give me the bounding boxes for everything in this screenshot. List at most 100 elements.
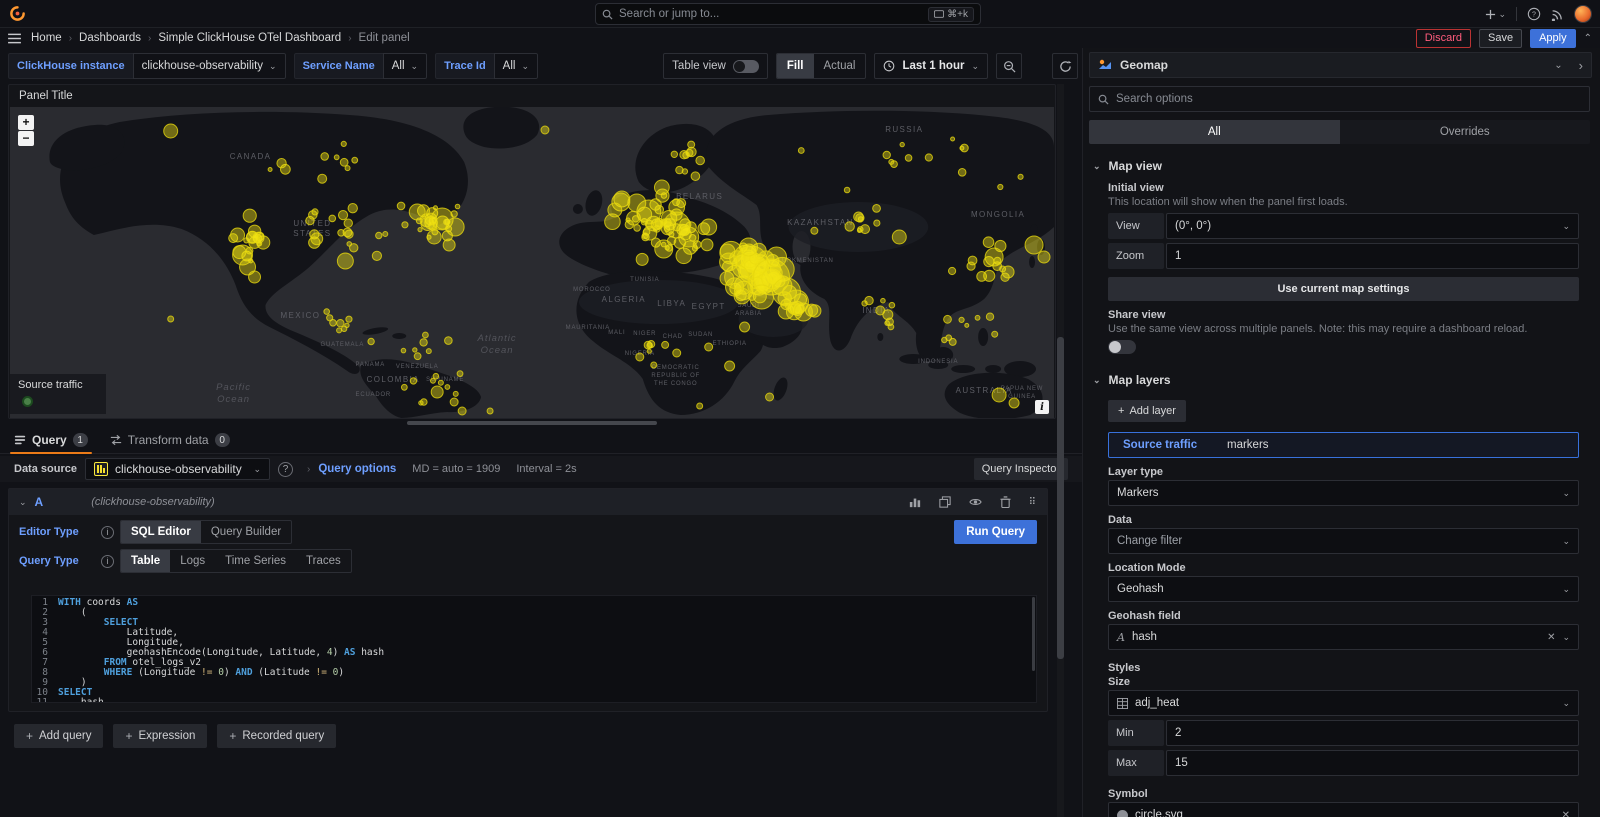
apply-button[interactable]: Apply <box>1530 29 1576 48</box>
svg-text:VENEZUELA: VENEZUELA <box>396 364 439 370</box>
news-rss-icon[interactable] <box>1551 8 1564 21</box>
panel-resize-handle[interactable] <box>407 421 657 425</box>
duplicate-icon[interactable] <box>939 496 951 508</box>
editor-type-segment: SQL Editor Query Builder <box>120 520 292 544</box>
clear-icon[interactable]: ✕ <box>1547 632 1555 643</box>
query-builder-option[interactable]: Query Builder <box>201 521 291 543</box>
sql-editor-option[interactable]: SQL Editor <box>121 521 201 543</box>
options-search-input[interactable]: Search options <box>1089 86 1590 112</box>
tab-all[interactable]: All <box>1089 120 1340 144</box>
datasource-help-icon[interactable]: ? <box>278 462 293 477</box>
view-select[interactable]: (0°, 0°)⌄ <box>1166 213 1579 239</box>
code-scrollbar[interactable] <box>1032 597 1035 671</box>
help-icon[interactable]: ? <box>1527 7 1541 21</box>
add-layer-button[interactable]: +Add layer <box>1108 400 1186 422</box>
svg-text:THE CONGO: THE CONGO <box>654 381 697 387</box>
query-options-link[interactable]: Query options <box>318 463 396 475</box>
symbol-select[interactable]: circle.svg✕ <box>1108 802 1579 817</box>
variable-value-dropdown[interactable]: All⌄ <box>383 53 427 79</box>
tab-query[interactable]: Query 1 <box>14 428 88 452</box>
drag-handle-icon[interactable]: ⠿ <box>1029 497 1037 508</box>
panel-title[interactable]: Panel Title <box>9 85 1055 107</box>
breadcrumb-dashboard-name[interactable]: Simple ClickHouse OTel Dashboard <box>158 32 341 44</box>
geohash-field-select[interactable]: Ahash✕⌄ <box>1108 624 1579 650</box>
share-view-toggle[interactable] <box>1108 340 1136 354</box>
angle-right-icon[interactable]: › <box>1579 58 1583 73</box>
svg-text:REPUBLIC OF: REPUBLIC OF <box>651 373 700 379</box>
svg-text:MEXICO: MEXICO <box>281 311 321 320</box>
run-query-button[interactable]: Run Query <box>954 520 1037 544</box>
max-data-points-stat: MD = auto = 1909 <box>412 463 500 475</box>
map-view-section-header[interactable]: ⌄Map view <box>1089 154 1592 178</box>
variable-trace-id: Trace Id All⌄ <box>435 53 538 79</box>
add-new-button[interactable]: ⌄ <box>1485 9 1506 20</box>
chevron-up-icon[interactable]: ⌃ <box>1584 33 1592 44</box>
min-input[interactable]: 2 <box>1166 720 1579 746</box>
trash-icon[interactable] <box>1000 496 1011 508</box>
toggle-switch-off[interactable] <box>733 60 759 73</box>
grafana-logo-icon[interactable] <box>0 5 34 22</box>
query-inspector-button[interactable]: Query Inspector <box>974 458 1068 480</box>
size-field-select[interactable]: adj_heat⌄ <box>1108 690 1579 716</box>
query-count-badge: 1 <box>73 433 88 447</box>
scrollbar-thumb[interactable] <box>1057 337 1064 659</box>
tab-overrides[interactable]: Overrides <box>1340 120 1591 144</box>
breadcrumb-dashboards[interactable]: Dashboards <box>79 32 141 44</box>
chevron-down-icon[interactable]: ⌄ <box>19 497 27 508</box>
zoom-out-time-button[interactable] <box>996 53 1022 79</box>
chevron-down-icon: ⌄ <box>1562 488 1570 499</box>
time-range-picker[interactable]: Last 1 hour ⌄ <box>874 53 988 79</box>
expression-button[interactable]: +Expression <box>113 724 207 748</box>
map-layers-section-header[interactable]: ⌄Map layers <box>1089 368 1592 392</box>
actual-option[interactable]: Actual <box>814 54 866 78</box>
max-input[interactable]: 15 <box>1166 750 1579 776</box>
clear-icon[interactable]: ✕ <box>1562 810 1570 817</box>
chevron-down-icon: ⌄ <box>1554 60 1562 71</box>
fill-option[interactable]: Fill <box>777 54 814 78</box>
user-avatar[interactable] <box>1574 5 1592 23</box>
visualization-picker[interactable]: Geomap ⌄ › <box>1089 52 1592 78</box>
variable-value-dropdown[interactable]: clickhouse-observability⌄ <box>133 53 286 79</box>
traces-option[interactable]: Traces <box>296 550 351 572</box>
map-zoom-in-button[interactable]: + <box>18 115 34 130</box>
clickhouse-icon <box>94 462 108 476</box>
query-ref-id: A <box>35 495 44 509</box>
table-view-toggle[interactable]: Table view <box>663 53 768 79</box>
geomap-panel[interactable]: Panel Title <box>8 84 1056 419</box>
table-option[interactable]: Table <box>121 550 170 572</box>
logs-option[interactable]: Logs <box>170 550 215 572</box>
eye-icon[interactable] <box>969 496 982 508</box>
chart-icon[interactable] <box>909 496 921 508</box>
layer-type-select[interactable]: Markers⌄ <box>1108 480 1579 506</box>
time-series-option[interactable]: Time Series <box>215 550 296 572</box>
recorded-query-button[interactable]: +Recorded query <box>217 724 336 748</box>
initial-view-label: Initial view <box>1108 182 1579 194</box>
query-type-label: Query Type <box>19 555 95 567</box>
variable-value-dropdown[interactable]: All⌄ <box>494 53 538 79</box>
datasource-picker[interactable]: clickhouse-observability ⌄ <box>85 458 270 480</box>
query-row-header[interactable]: ⌄ A (clickhouse-observability) ⠿ <box>9 489 1047 515</box>
add-query-button[interactable]: +Add query <box>14 724 103 748</box>
map-attribution-button[interactable]: i <box>1035 400 1049 414</box>
location-mode-select[interactable]: Geohash⌄ <box>1108 576 1579 602</box>
layer-item-source-traffic[interactable]: Source traffic markers <box>1108 432 1579 458</box>
sql-editor[interactable]: 1WITH coords AS2 (3 SELECT4 Latitude,5 L… <box>31 595 1037 703</box>
circle-symbol-icon <box>1117 810 1128 817</box>
discard-button[interactable]: Discard <box>1416 29 1471 48</box>
use-current-map-settings-button[interactable]: Use current map settings <box>1108 277 1579 301</box>
symbol-label: Symbol <box>1108 788 1579 800</box>
query-editor-card: ⌄ A (clickhouse-observability) ⠿ Editor … <box>8 488 1048 712</box>
tab-transform-data[interactable]: Transform data 0 <box>110 428 230 452</box>
search-icon <box>1098 94 1109 105</box>
geohash-field-label: Geohash field <box>1108 610 1579 622</box>
save-button[interactable]: Save <box>1479 29 1522 48</box>
global-search-input[interactable]: Search or jump to... ⌘+k <box>595 3 981 25</box>
map-zoom-out-button[interactable]: − <box>18 131 34 146</box>
menu-hamburger-icon[interactable] <box>8 33 21 44</box>
data-select[interactable]: Change filter⌄ <box>1108 528 1579 554</box>
refresh-button[interactable] <box>1052 53 1078 79</box>
zoom-input[interactable]: 1 <box>1166 243 1579 269</box>
info-icon: i <box>101 526 114 539</box>
breadcrumb-home[interactable]: Home <box>31 32 62 44</box>
world-map[interactable]: CANADARUSSIAUNITEDSTATESMEXICOGUATEMALAP… <box>10 107 1054 418</box>
